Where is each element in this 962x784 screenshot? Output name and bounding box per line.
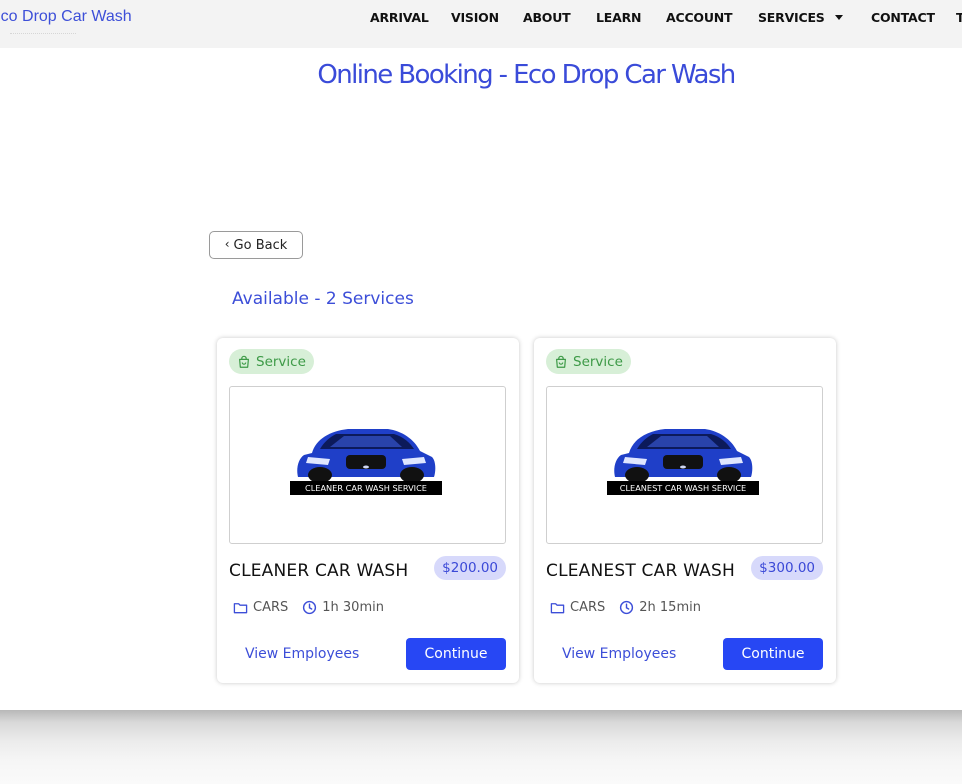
service-badge-label: Service [573,353,623,370]
service-duration: 2h 15min [639,600,701,615]
nav-item-learn[interactable]: LEARN [596,10,641,25]
top-navbar: Eco Drop Car Wash ARRIVAL VISION ABOUT L… [0,0,962,48]
service-badge: Service [229,349,314,374]
car-image-caption: CLEANER CAR WASH SERVICE [305,483,427,493]
view-employees-link[interactable]: View Employees [562,638,676,670]
nav-item-arrival[interactable]: ARRIVAL [370,10,429,25]
nav-item-vision[interactable]: VISION [451,10,499,25]
go-back-button[interactable]: ‹ Go Back [209,231,303,259]
car-image: CLEANER CAR WASH SERVICE [290,429,442,495]
logo-underline [10,33,76,36]
nav-item-services-label: SERVICES [758,10,825,25]
go-back-label: Go Back [233,237,288,253]
service-name: CLEANEST CAR WASH [546,561,735,581]
view-employees-link[interactable]: View Employees [245,638,359,670]
service-image: CLEANER CAR WASH SERVICE [229,386,506,544]
service-meta: CARS 2h 15min [550,600,701,615]
available-services-heading: Available - 2 Services [232,289,414,309]
clock-icon [620,600,634,615]
folder-icon [550,603,565,614]
price-badge: $200.00 [434,556,506,580]
shopping-bag-icon [556,355,566,368]
service-name: CLEANER CAR WASH [229,561,409,581]
nav-item-contact[interactable]: CONTACT [871,10,935,25]
service-duration: 1h 30min [322,600,384,615]
continue-button[interactable]: Continue [723,638,823,670]
caret-down-icon [834,15,843,20]
nav-overflow-edge: T [956,10,962,24]
service-category: CARS [253,600,289,615]
folder-icon [233,603,248,614]
site-logo-text[interactable]: Eco Drop Car Wash [0,8,132,26]
service-image: CLEANEST CAR WASH SERVICE [546,386,823,544]
car-image-caption: CLEANEST CAR WASH SERVICE [620,483,746,493]
service-meta: CARS 1h 30min [233,600,384,615]
page-title: Online Booking - Eco Drop Car Wash [317,60,736,90]
service-card: Service CLEANER CAR WASH SERVICE CLEANER… [217,338,519,683]
nav-item-services[interactable]: SERVICES [758,10,843,25]
service-badge-label: Service [256,353,306,370]
continue-button[interactable]: Continue [406,638,506,670]
nav-item-account[interactable]: ACCOUNT [666,10,733,25]
chevron-left-icon: ‹ [224,237,230,251]
clock-icon [303,600,317,615]
nav-item-about[interactable]: ABOUT [523,10,571,25]
shopping-bag-icon [239,355,249,368]
price-badge: $300.00 [751,556,823,580]
service-card: Service CLEANEST CAR WASH SERVICE CLEANE… [534,338,836,683]
service-badge: Service [546,349,631,374]
service-category: CARS [570,600,606,615]
car-image: CLEANEST CAR WASH SERVICE [607,429,759,495]
footer-shadow-band [0,710,962,784]
